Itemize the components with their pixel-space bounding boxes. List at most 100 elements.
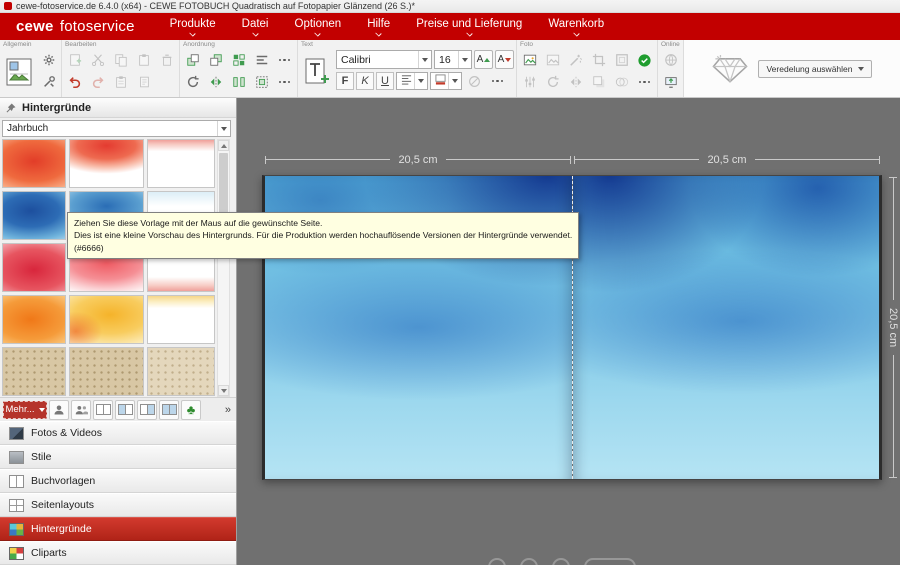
menu-warenkorb[interactable]: Warenkorb bbox=[535, 16, 617, 38]
adjust-button[interactable] bbox=[519, 72, 540, 92]
photobook-pages-button[interactable] bbox=[2, 50, 36, 93]
copy-button[interactable] bbox=[110, 50, 131, 70]
sidebar-item-cliparts[interactable]: Cliparts bbox=[0, 541, 236, 565]
send-to-back-button[interactable] bbox=[205, 50, 226, 70]
settings-button[interactable] bbox=[38, 50, 59, 70]
layout-right-page-button[interactable] bbox=[137, 400, 157, 420]
paste-special-button[interactable] bbox=[110, 72, 131, 92]
toolbar: Allgemein Bearbeiten bbox=[0, 40, 900, 98]
menu-preise-und-lieferung[interactable]: Preise und Lieferung bbox=[403, 16, 535, 38]
paste-button[interactable] bbox=[133, 50, 154, 70]
zoom-fit-button[interactable] bbox=[520, 558, 538, 565]
background-thumbnail-tan-pattern[interactable] bbox=[2, 347, 66, 396]
zoom-slider[interactable] bbox=[584, 558, 636, 565]
layout-both-pages-button[interactable] bbox=[159, 400, 179, 420]
photobook-right-page[interactable] bbox=[573, 176, 880, 479]
mirror-photo-button[interactable] bbox=[565, 72, 586, 92]
duplicate-button[interactable] bbox=[133, 72, 154, 92]
frame-button[interactable] bbox=[611, 50, 632, 70]
panel-title: Hintergründe bbox=[22, 102, 91, 114]
menu-produkte[interactable]: Produkte bbox=[157, 16, 229, 38]
gear-icon bbox=[42, 53, 56, 67]
bold-button[interactable]: F bbox=[336, 72, 354, 90]
zoom-out-button[interactable] bbox=[488, 558, 506, 565]
background-thumbnail-red-watercolor[interactable] bbox=[2, 139, 66, 188]
cut-button[interactable] bbox=[87, 50, 108, 70]
rotate-left-button[interactable] bbox=[182, 72, 203, 92]
arrange-more2-button[interactable] bbox=[274, 72, 295, 92]
layout-spread-button[interactable] bbox=[93, 400, 113, 420]
text-color-select[interactable] bbox=[430, 72, 462, 90]
italic-button[interactable]: K bbox=[356, 72, 374, 90]
online-album-button[interactable] bbox=[660, 50, 681, 70]
text-more-button[interactable] bbox=[487, 71, 508, 91]
sidebar-item-fotos-videos[interactable]: Fotos & Videos bbox=[0, 421, 236, 445]
thumbnail-scrollbar[interactable] bbox=[217, 139, 230, 397]
text-align-select[interactable] bbox=[396, 72, 428, 90]
scroll-up-button[interactable] bbox=[218, 140, 229, 151]
menu-hilfe[interactable]: Hilfe bbox=[354, 16, 403, 38]
background-thumbnail-tan-light-pattern[interactable] bbox=[147, 347, 215, 396]
menu-datei[interactable]: Datei bbox=[229, 16, 282, 38]
pushpin-icon[interactable] bbox=[5, 102, 17, 114]
sidebar-item-buchvorlagen[interactable]: Buchvorlagen bbox=[0, 469, 236, 493]
scrollbar-thumb[interactable] bbox=[219, 153, 228, 215]
toolbar-group-text: Text Calibri 16 A bbox=[298, 40, 517, 97]
random-background-button[interactable]: ♣ bbox=[181, 400, 201, 420]
distribute-button[interactable] bbox=[228, 72, 249, 92]
text-effects-button[interactable] bbox=[464, 71, 485, 91]
new-document-icon bbox=[68, 53, 82, 67]
sidebar-item-stile[interactable]: Stile bbox=[0, 445, 236, 469]
bring-to-front-button[interactable] bbox=[182, 50, 203, 70]
expand-tools-button[interactable]: » bbox=[225, 404, 233, 416]
insert-photo-button[interactable] bbox=[519, 50, 540, 70]
upload-button[interactable] bbox=[660, 72, 681, 92]
menu-optionen[interactable]: Optionen bbox=[282, 16, 355, 38]
background-thumbnail-yellow-watercolor[interactable] bbox=[69, 295, 144, 344]
undo-button[interactable] bbox=[64, 72, 85, 92]
layout-left-page-button[interactable] bbox=[115, 400, 135, 420]
auto-fix-button[interactable] bbox=[565, 50, 586, 70]
new-element-button[interactable] bbox=[64, 50, 85, 70]
increase-font-button[interactable]: A bbox=[474, 50, 493, 69]
background-thumbnail-pink-edge[interactable] bbox=[147, 139, 215, 188]
tools-button[interactable] bbox=[38, 72, 59, 92]
align-left-button[interactable] bbox=[251, 50, 272, 70]
crop-button[interactable] bbox=[588, 50, 609, 70]
background-thumbnail-tan-pattern[interactable] bbox=[69, 347, 144, 396]
add-text-button[interactable] bbox=[300, 50, 334, 93]
shadow-button[interactable] bbox=[588, 72, 609, 92]
zoom-in-button[interactable] bbox=[552, 558, 570, 565]
sidebar-item-seitenlayouts[interactable]: Seitenlayouts bbox=[0, 493, 236, 517]
chevron-down-icon bbox=[189, 30, 195, 36]
flip-button[interactable] bbox=[205, 72, 226, 92]
background-thumbnail-blue-watercolor[interactable] bbox=[2, 191, 66, 240]
background-category-select[interactable]: Jahrbuch bbox=[2, 120, 231, 137]
background-thumbnail-orange-watercolor[interactable] bbox=[2, 295, 66, 344]
background-thumbnail-yellow-edge[interactable] bbox=[147, 295, 215, 344]
transparency-button[interactable] bbox=[611, 72, 632, 92]
single-person-filter-button[interactable] bbox=[49, 400, 69, 420]
sidebar-item-hintergruende[interactable]: Hintergründe bbox=[0, 517, 236, 541]
more-backgrounds-button[interactable]: Mehr... bbox=[3, 401, 47, 419]
veredelung-select-button[interactable]: Veredelung auswählen bbox=[758, 60, 871, 78]
delete-button[interactable] bbox=[156, 50, 177, 70]
align-grid-button[interactable] bbox=[228, 50, 249, 70]
group-button[interactable] bbox=[251, 72, 272, 92]
background-thumbnail-magenta-watercolor[interactable] bbox=[2, 243, 66, 292]
background-thumbnail-red-top-watercolor[interactable] bbox=[69, 139, 144, 188]
decrease-font-button[interactable]: A bbox=[495, 50, 514, 69]
rotate-photo-button[interactable] bbox=[542, 72, 563, 92]
font-family-select[interactable]: Calibri bbox=[336, 50, 432, 69]
photo-more-button[interactable] bbox=[634, 72, 655, 92]
globe-icon bbox=[664, 53, 678, 67]
font-size-select[interactable]: 16 bbox=[434, 50, 472, 69]
underline-button[interactable]: U bbox=[376, 72, 394, 90]
tooltip-line-1: Ziehen Sie diese Vorlage mit der Maus au… bbox=[74, 217, 572, 229]
scroll-down-button[interactable] bbox=[218, 385, 229, 396]
photo-ok-button[interactable] bbox=[634, 50, 655, 70]
two-person-filter-button[interactable] bbox=[71, 400, 91, 420]
redo-button[interactable] bbox=[87, 72, 108, 92]
photo-edit-button[interactable] bbox=[542, 50, 563, 70]
arrange-more-button[interactable] bbox=[274, 50, 295, 70]
